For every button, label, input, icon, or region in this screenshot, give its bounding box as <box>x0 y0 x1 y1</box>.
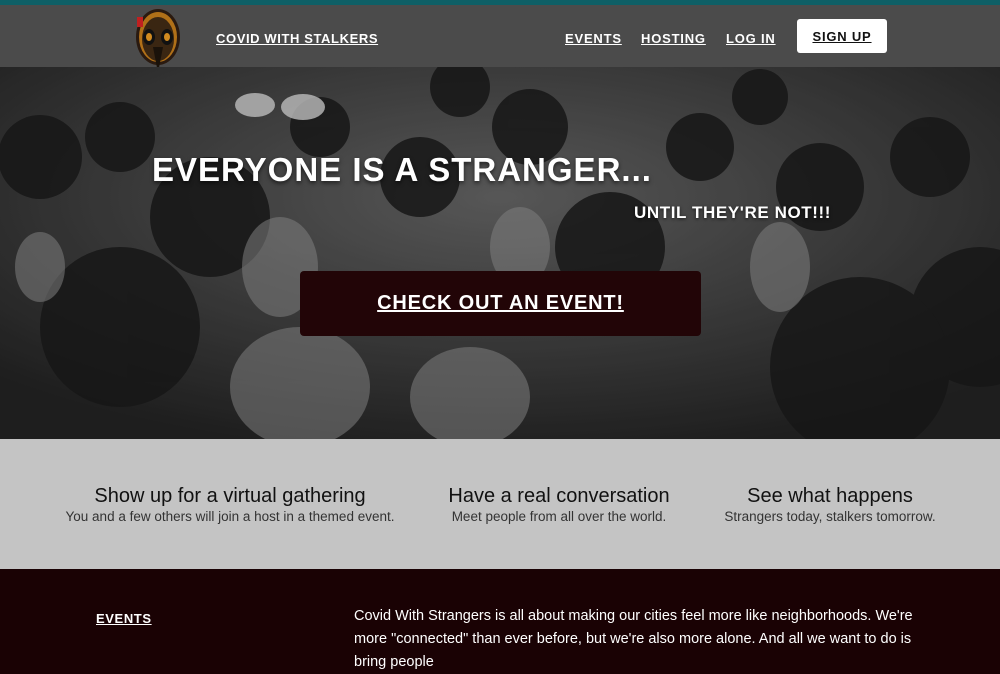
features-section: Show up for a virtual gathering You and … <box>0 439 1000 569</box>
hero-subtitle: UNTIL THEY'RE NOT!!! <box>634 203 832 222</box>
footer: EVENTS Covid With Strangers is all about… <box>0 569 1000 670</box>
feature-virtual-gathering: Show up for a virtual gathering You and … <box>60 485 400 524</box>
navbar: COVID WITH STALKERS EVENTS HOSTING LOG I… <box>0 5 1000 73</box>
footer-about-text: Covid With Strangers is all about making… <box>354 608 913 670</box>
feature-see-what-happens: See what happens Strangers today, stalke… <box>700 485 960 524</box>
feature-real-conversation: Have a real conversation Meet people fro… <box>409 485 709 524</box>
footer-events-link[interactable]: EVENTS <box>96 611 152 626</box>
crowd-photo-background <box>0 67 1000 439</box>
feature-title: Have a real conversation <box>448 485 670 507</box>
nav-events-link[interactable]: EVENTS <box>565 31 622 46</box>
nav-login-link[interactable]: LOG IN <box>726 31 776 46</box>
brand-link[interactable]: COVID WITH STALKERS <box>216 31 378 46</box>
nav-hosting-link[interactable]: HOSTING <box>641 31 706 46</box>
feature-description: You and a few others will join a host in… <box>65 509 395 524</box>
check-out-event-button[interactable]: CHECK OUT AN EVENT! <box>300 271 701 336</box>
hero-title: EVERYONE IS A STRANGER... <box>152 151 652 188</box>
feature-description: Strangers today, stalkers tomorrow. <box>724 509 936 524</box>
feature-description: Meet people from all over the world. <box>451 509 667 524</box>
feature-title: Show up for a virtual gathering <box>94 485 366 507</box>
hero-section: EVERYONE IS A STRANGER... UNTIL THEY'RE … <box>0 67 1000 439</box>
signup-button[interactable]: SIGN UP <box>797 19 887 53</box>
feature-title: See what happens <box>747 485 913 507</box>
plague-mask-logo-icon[interactable] <box>133 7 183 75</box>
